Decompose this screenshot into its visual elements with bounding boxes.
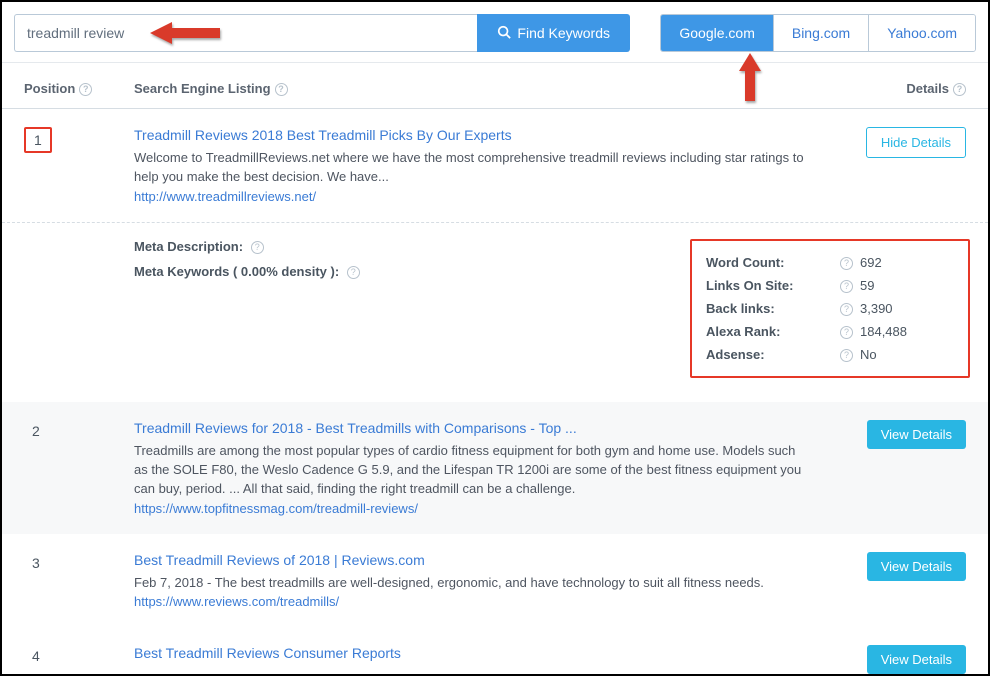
meta-keywords-label: Meta Keywords ( 0.00% density ): [134, 264, 339, 279]
help-icon[interactable]: ? [840, 257, 853, 270]
result-url[interactable]: http://www.treadmillreviews.net/ [134, 189, 806, 204]
result-url[interactable]: https://www.topfitnessmag.com/treadmill-… [134, 501, 806, 516]
engine-tab-yahoo[interactable]: Yahoo.com [868, 15, 975, 51]
view-details-button[interactable]: View Details [867, 645, 966, 674]
result-title[interactable]: Treadmill Reviews 2018 Best Treadmill Pi… [134, 127, 806, 143]
result-row: 4 Best Treadmill Reviews Consumer Report… [2, 627, 988, 674]
help-icon[interactable]: ? [840, 349, 853, 362]
stat-label: Back links: [706, 301, 836, 316]
position-value: 2 [24, 420, 48, 442]
view-details-button[interactable]: View Details [867, 552, 966, 581]
search-icon [497, 25, 511, 42]
result-title[interactable]: Best Treadmill Reviews Consumer Reports [134, 645, 806, 661]
position-value: 4 [24, 645, 48, 667]
result-description: Treadmills are among the most popular ty… [134, 442, 806, 499]
help-icon[interactable]: ? [275, 83, 288, 96]
result-description: Feb 7, 2018 - The best treadmills are we… [134, 574, 806, 593]
search-input[interactable] [14, 14, 477, 52]
header-listing: Search Engine Listing [134, 81, 271, 96]
header-position: Position [24, 81, 75, 96]
help-icon[interactable]: ? [347, 266, 360, 279]
result-row: 1 Treadmill Reviews 2018 Best Treadmill … [2, 109, 988, 222]
result-details-panel: Meta Description: ? Meta Keywords ( 0.00… [2, 222, 988, 402]
engine-tab-bing[interactable]: Bing.com [773, 15, 868, 51]
stats-box: Word Count:? 692 Links On Site:? 59 Back l… [690, 239, 970, 378]
find-keywords-label: Find Keywords [517, 25, 610, 41]
result-url[interactable]: https://www.reviews.com/treadmills/ [134, 594, 806, 609]
stat-value: 3,390 [860, 301, 954, 316]
meta-description-label: Meta Description: [134, 239, 243, 254]
stat-label: Word Count: [706, 255, 836, 270]
stat-value: 692 [860, 255, 954, 270]
result-title[interactable]: Best Treadmill Reviews of 2018 | Reviews… [134, 552, 806, 568]
header-details: Details [906, 81, 949, 96]
results-header: Position? Search Engine Listing? Details… [2, 63, 988, 109]
stat-value: 59 [860, 278, 954, 293]
view-details-button[interactable]: View Details [867, 420, 966, 449]
stat-value: 184,488 [860, 324, 954, 339]
position-value: 3 [24, 552, 48, 574]
result-row: 3 Best Treadmill Reviews of 2018 | Revie… [2, 534, 988, 628]
result-row: 2 Treadmill Reviews for 2018 - Best Trea… [2, 402, 988, 534]
engine-tabs: Google.com Bing.com Yahoo.com [660, 14, 976, 52]
engine-tab-google[interactable]: Google.com [661, 15, 772, 51]
help-icon[interactable]: ? [251, 241, 264, 254]
help-icon[interactable]: ? [953, 83, 966, 96]
result-description: Welcome to TreadmillReviews.net where we… [134, 149, 806, 187]
position-value: 1 [24, 127, 52, 153]
hide-details-button[interactable]: Hide Details [866, 127, 966, 158]
stat-label: Links On Site: [706, 278, 836, 293]
help-icon[interactable]: ? [840, 303, 853, 316]
stat-label: Adsense: [706, 347, 836, 362]
help-icon[interactable]: ? [79, 83, 92, 96]
stat-label: Alexa Rank: [706, 324, 836, 339]
help-icon[interactable]: ? [840, 326, 853, 339]
help-icon[interactable]: ? [840, 280, 853, 293]
result-title[interactable]: Treadmill Reviews for 2018 - Best Treadm… [134, 420, 806, 436]
stat-value: No [860, 347, 954, 362]
find-keywords-button[interactable]: Find Keywords [477, 14, 630, 52]
